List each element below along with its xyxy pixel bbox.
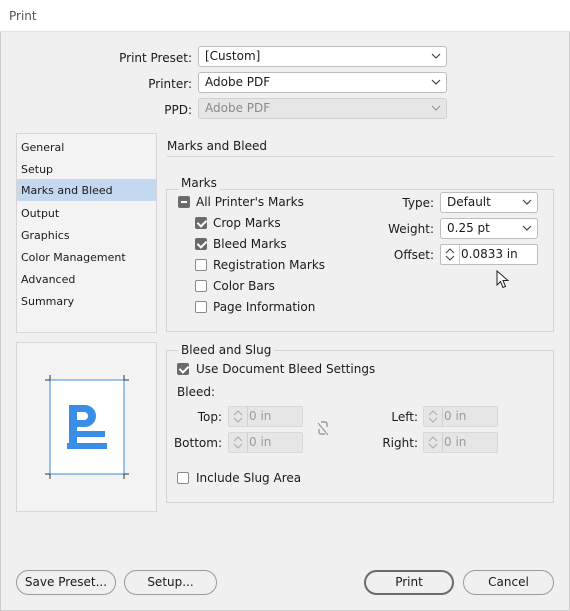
top-label: Top: — [197, 410, 222, 424]
include-slug-label: Include Slug Area — [196, 471, 302, 485]
stepper-separator — [442, 407, 443, 426]
nav-item-label: Summary — [21, 295, 75, 308]
type-select[interactable]: Default — [440, 192, 538, 213]
color-bars-label: Color Bars — [213, 279, 275, 293]
stepper-separator — [247, 407, 248, 426]
offset-stepper[interactable]: 0.0833 in — [440, 244, 538, 265]
cancel-label: Cancel — [488, 575, 529, 589]
printer-value: Adobe PDF — [205, 75, 271, 89]
type-value: Default — [447, 195, 491, 209]
page-information-checkbox[interactable] — [195, 301, 207, 313]
bleed-marks-label: Bleed Marks — [213, 237, 287, 251]
nav-item-graphics[interactable]: Graphics — [17, 224, 156, 246]
weight-value: 0.25 pt — [447, 221, 490, 235]
registration-marks-checkbox[interactable] — [195, 259, 207, 271]
bottom-label: Bottom: — [173, 436, 222, 450]
print-preset-label: Print Preset: — [119, 51, 192, 65]
crop-marks-label: Crop Marks — [213, 216, 281, 230]
title-bar: Print — [0, 0, 570, 32]
bleed-bottom-stepper: 0 in — [228, 432, 303, 453]
nav-item-summary[interactable]: Summary — [17, 290, 156, 312]
printer-label: Printer: — [148, 77, 192, 91]
bleed-left-stepper: 0 in — [423, 406, 498, 427]
ppd-value: Adobe PDF — [205, 101, 271, 115]
nav-item-label: Advanced — [21, 273, 76, 286]
bleed-top-value: 0 in — [249, 409, 272, 423]
setup-button[interactable]: Setup... — [124, 570, 217, 595]
bleed-right-stepper: 0 in — [423, 432, 498, 453]
bleed-label: Bleed: — [177, 385, 215, 399]
save-preset-button[interactable]: Save Preset... — [16, 570, 116, 595]
stepper-arrows-icon — [426, 408, 440, 425]
bleed-bottom-value: 0 in — [249, 435, 272, 449]
offset-label: Offset: — [393, 248, 434, 262]
cancel-button[interactable]: Cancel — [463, 570, 554, 595]
setup-label: Setup... — [147, 575, 194, 589]
stepper-arrows-icon — [231, 434, 245, 451]
window-title: Print — [9, 9, 37, 23]
print-button[interactable]: Print — [364, 570, 454, 595]
printer-select[interactable]: Adobe PDF — [198, 72, 447, 93]
nav-item-label: Output — [21, 207, 60, 220]
stepper-separator — [442, 433, 443, 452]
all-printers-marks-label: All Printer's Marks — [196, 195, 304, 209]
registration-marks-label: Registration Marks — [213, 258, 326, 272]
bleed-right-value: 0 in — [444, 435, 467, 449]
nav-item-label: Marks and Bleed — [21, 184, 113, 197]
page-information-label: Page Information — [213, 300, 316, 314]
print-label: Print — [395, 575, 423, 589]
ppd-select: Adobe PDF — [198, 98, 447, 119]
crop-marks-checkbox[interactable] — [195, 217, 207, 229]
weight-label: Weight: — [388, 222, 434, 236]
category-list: General Setup Marks and Bleed Output Gra… — [16, 133, 157, 333]
use-document-bleed-label: Use Document Bleed Settings — [196, 362, 376, 376]
bleed-slug-title: Bleed and Slug — [178, 343, 275, 357]
chevron-down-icon — [522, 221, 532, 235]
nav-item-marks-and-bleed[interactable]: Marks and Bleed — [17, 179, 156, 201]
broken-link-icon — [317, 421, 329, 436]
chevron-down-icon — [431, 49, 441, 63]
page-preview-icon — [45, 375, 129, 479]
nav-item-label: Setup — [21, 163, 54, 176]
weight-select[interactable]: 0.25 pt — [440, 218, 538, 239]
nav-item-general[interactable]: General — [17, 136, 156, 158]
use-document-bleed-checkbox[interactable] — [177, 363, 189, 375]
section-divider — [167, 156, 554, 157]
nav-item-setup[interactable]: Setup — [17, 158, 156, 180]
right-label: Right: — [382, 436, 418, 450]
nav-item-advanced[interactable]: Advanced — [17, 268, 156, 290]
offset-value: 0.0833 in — [461, 247, 518, 261]
type-label: Type: — [402, 196, 434, 210]
bleed-top-stepper: 0 in — [228, 406, 303, 427]
stepper-separator — [247, 433, 248, 452]
include-slug-checkbox[interactable] — [177, 472, 189, 484]
marks-title: Marks — [178, 176, 220, 190]
stepper-separator — [459, 245, 460, 264]
nav-item-output[interactable]: Output — [17, 202, 156, 224]
mouse-cursor-icon — [496, 270, 510, 289]
left-label: Left: — [391, 410, 418, 424]
stepper-arrows-icon — [231, 408, 245, 425]
color-bars-checkbox[interactable] — [195, 280, 207, 292]
chevron-down-icon — [431, 101, 441, 115]
bleed-left-value: 0 in — [444, 409, 467, 423]
chevron-down-icon — [431, 75, 441, 89]
stepper-arrows-icon[interactable] — [443, 246, 457, 263]
section-title: Marks and Bleed — [167, 139, 267, 153]
save-preset-label: Save Preset... — [24, 575, 108, 589]
page-preview — [16, 342, 157, 512]
nav-item-color-management[interactable]: Color Management — [17, 246, 156, 268]
all-printers-marks-checkbox[interactable] — [178, 196, 190, 208]
ppd-label: PPD: — [164, 103, 192, 117]
nav-item-label: General — [21, 141, 65, 154]
print-preset-select[interactable]: [Custom] — [198, 46, 447, 67]
print-preset-value: [Custom] — [205, 49, 261, 63]
stepper-arrows-icon — [426, 434, 440, 451]
bleed-marks-checkbox[interactable] — [195, 238, 207, 250]
nav-item-label: Graphics — [21, 229, 70, 242]
nav-item-label: Color Management — [21, 251, 126, 264]
chevron-down-icon — [522, 195, 532, 209]
